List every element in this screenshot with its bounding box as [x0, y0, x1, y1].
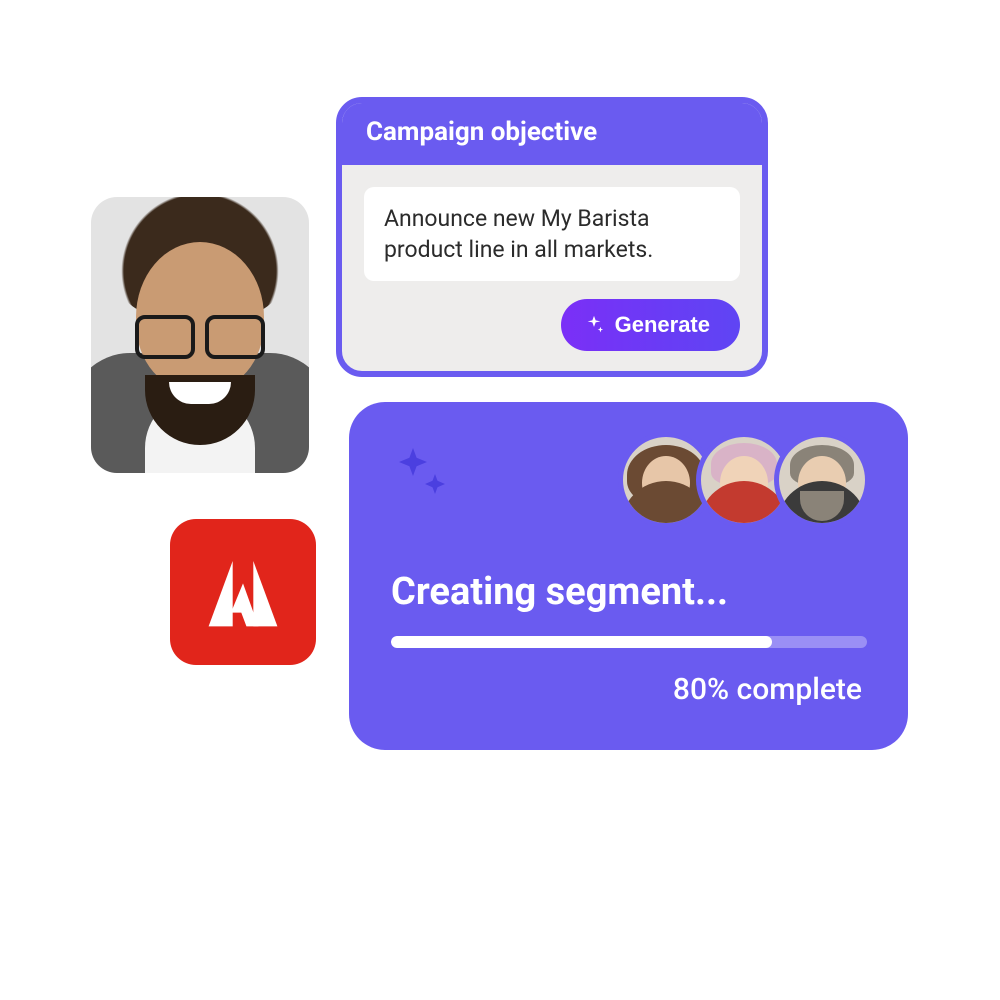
- progress-percent-label: 80% complete: [673, 672, 862, 707]
- progress-title: Creating segment...: [391, 570, 728, 614]
- generate-button-label: Generate: [615, 312, 710, 338]
- sparkle-icon: [583, 314, 605, 336]
- adobe-logo-tile: [170, 519, 316, 665]
- progress-bar-fill: [391, 636, 772, 648]
- progress-bar: [391, 636, 867, 648]
- user-portrait: [91, 197, 309, 473]
- sparkle-icon: [391, 444, 451, 504]
- adobe-logo-icon: [200, 549, 286, 635]
- generate-button[interactable]: Generate: [561, 299, 740, 351]
- campaign-objective-card: Campaign objective Announce new My Baris…: [336, 97, 768, 377]
- avatar-group: [618, 432, 870, 528]
- campaign-card-title: Campaign objective: [342, 103, 762, 165]
- segment-progress-card: Creating segment... 80% complete: [349, 402, 908, 750]
- campaign-objective-input[interactable]: Announce new My Barista product line in …: [364, 187, 740, 281]
- avatar: [774, 432, 870, 528]
